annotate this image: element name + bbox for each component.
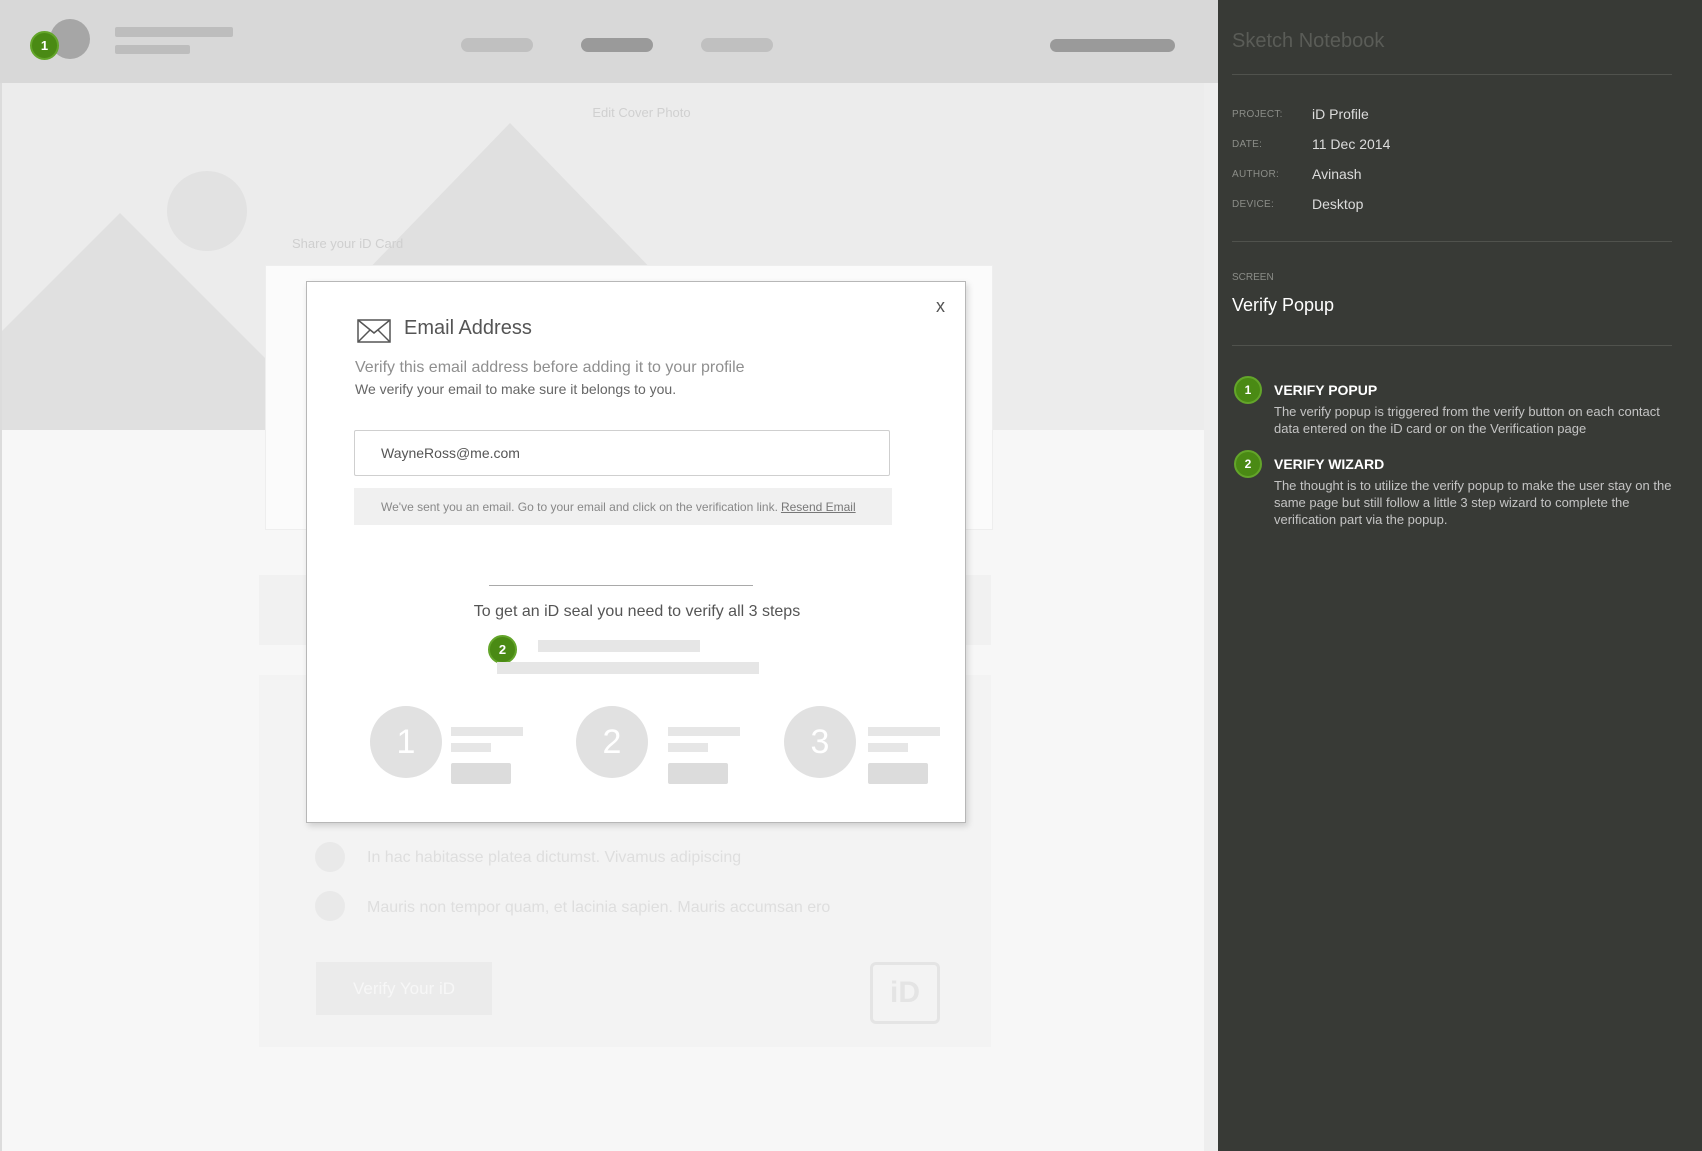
meta-value-author: Avinash [1312,166,1362,182]
wizard-step-3[interactable]: 3 [784,706,856,778]
screen-name: Verify Popup [1232,295,1335,315]
annotation-badge-2: 2 [488,635,517,664]
notice-text: We've sent you an email. Go to your emai… [381,499,778,514]
wizard-subheading-placeholder [497,662,759,674]
id-seal-logo: iD [870,962,940,1024]
meta-key-date: DATE: [1232,139,1263,150]
popup-subtitle: Verify this email address before adding … [355,359,745,376]
canvas-left-border [0,83,2,1151]
annotation-badge-1: 1 [30,31,59,60]
step-label-placeholder [868,743,908,752]
nav-tab-1[interactable] [461,38,533,52]
screen-label: SCREEN [1232,272,1274,283]
popup-title: Email Address [404,317,532,339]
divider [1232,74,1672,75]
popup-description: We verify your email to make sure it bel… [355,381,677,397]
step-label-placeholder [668,727,740,736]
email-field[interactable] [354,430,890,476]
meta-key-project: PROJECT: [1232,109,1283,120]
divider [1232,241,1672,242]
list-item: In hac habitasse platea dictumst. Vivamu… [367,849,742,866]
edit-cover-photo-link[interactable]: Edit Cover Photo [0,105,1218,120]
step-label-placeholder [451,727,523,736]
step-label-placeholder [868,727,940,736]
cover-sun-shape [167,171,247,251]
meta-key-author: AUTHOR: [1232,169,1280,180]
step-action-button[interactable] [451,763,511,784]
note-badge-2: 2 [1234,450,1262,478]
step-action-button[interactable] [668,763,728,784]
step-label-placeholder [668,743,708,752]
canvas-right-gutter [1204,83,1218,1151]
resend-email-link[interactable]: Resend Email [781,500,856,514]
note-title-verify-popup: VERIFY POPUP [1274,382,1378,398]
list-bullet [315,891,345,921]
step-action-button[interactable] [868,763,928,784]
verify-your-id-button[interactable]: Verify Your iD [316,962,492,1015]
close-button[interactable]: x [936,296,945,317]
header-bar: 1 [0,0,1218,83]
sketch-notebook-panel: Sketch Notebook PROJECT: iD Profile DATE… [1218,0,1702,1151]
note-body-verify-popup: The verify popup is triggered from the v… [1274,404,1660,436]
account-menu-placeholder[interactable] [1050,39,1175,52]
wizard-heading-placeholder [538,640,700,652]
divider [489,585,753,586]
verify-email-popup: x Email Address Verify this email addres… [306,281,966,823]
meta-value-device: Desktop [1312,196,1364,212]
meta-value-date: 11 Dec 2014 [1312,136,1391,152]
nav-tab-3[interactable] [701,38,773,52]
profile-subtitle-placeholder [115,45,190,54]
note-body-verify-wizard: The thought is to utilize the verify pop… [1274,478,1672,527]
meta-key-device: DEVICE: [1232,199,1275,210]
wizard-step-1[interactable]: 1 [370,706,442,778]
note-badge-1: 1 [1234,376,1262,404]
envelope-icon [357,319,391,343]
divider [1232,345,1672,346]
wizard-step-2[interactable]: 2 [576,706,648,778]
meta-value-project: iD Profile [1312,106,1369,122]
note-title-verify-wizard: VERIFY WIZARD [1274,456,1385,472]
step-label-placeholder [451,743,491,752]
list-bullet [315,842,345,872]
notebook-title: Sketch Notebook [1232,30,1385,52]
verification-notice: We've sent you an email. Go to your emai… [354,488,892,525]
profile-name-placeholder [115,27,233,37]
nav-tab-2-active[interactable] [581,38,653,52]
seal-instructions: To get an iD seal you need to verify all… [473,603,801,620]
list-item: Mauris non tempor quam, et lacinia sapie… [367,899,831,916]
share-card-label: Share your iD Card [292,236,404,251]
